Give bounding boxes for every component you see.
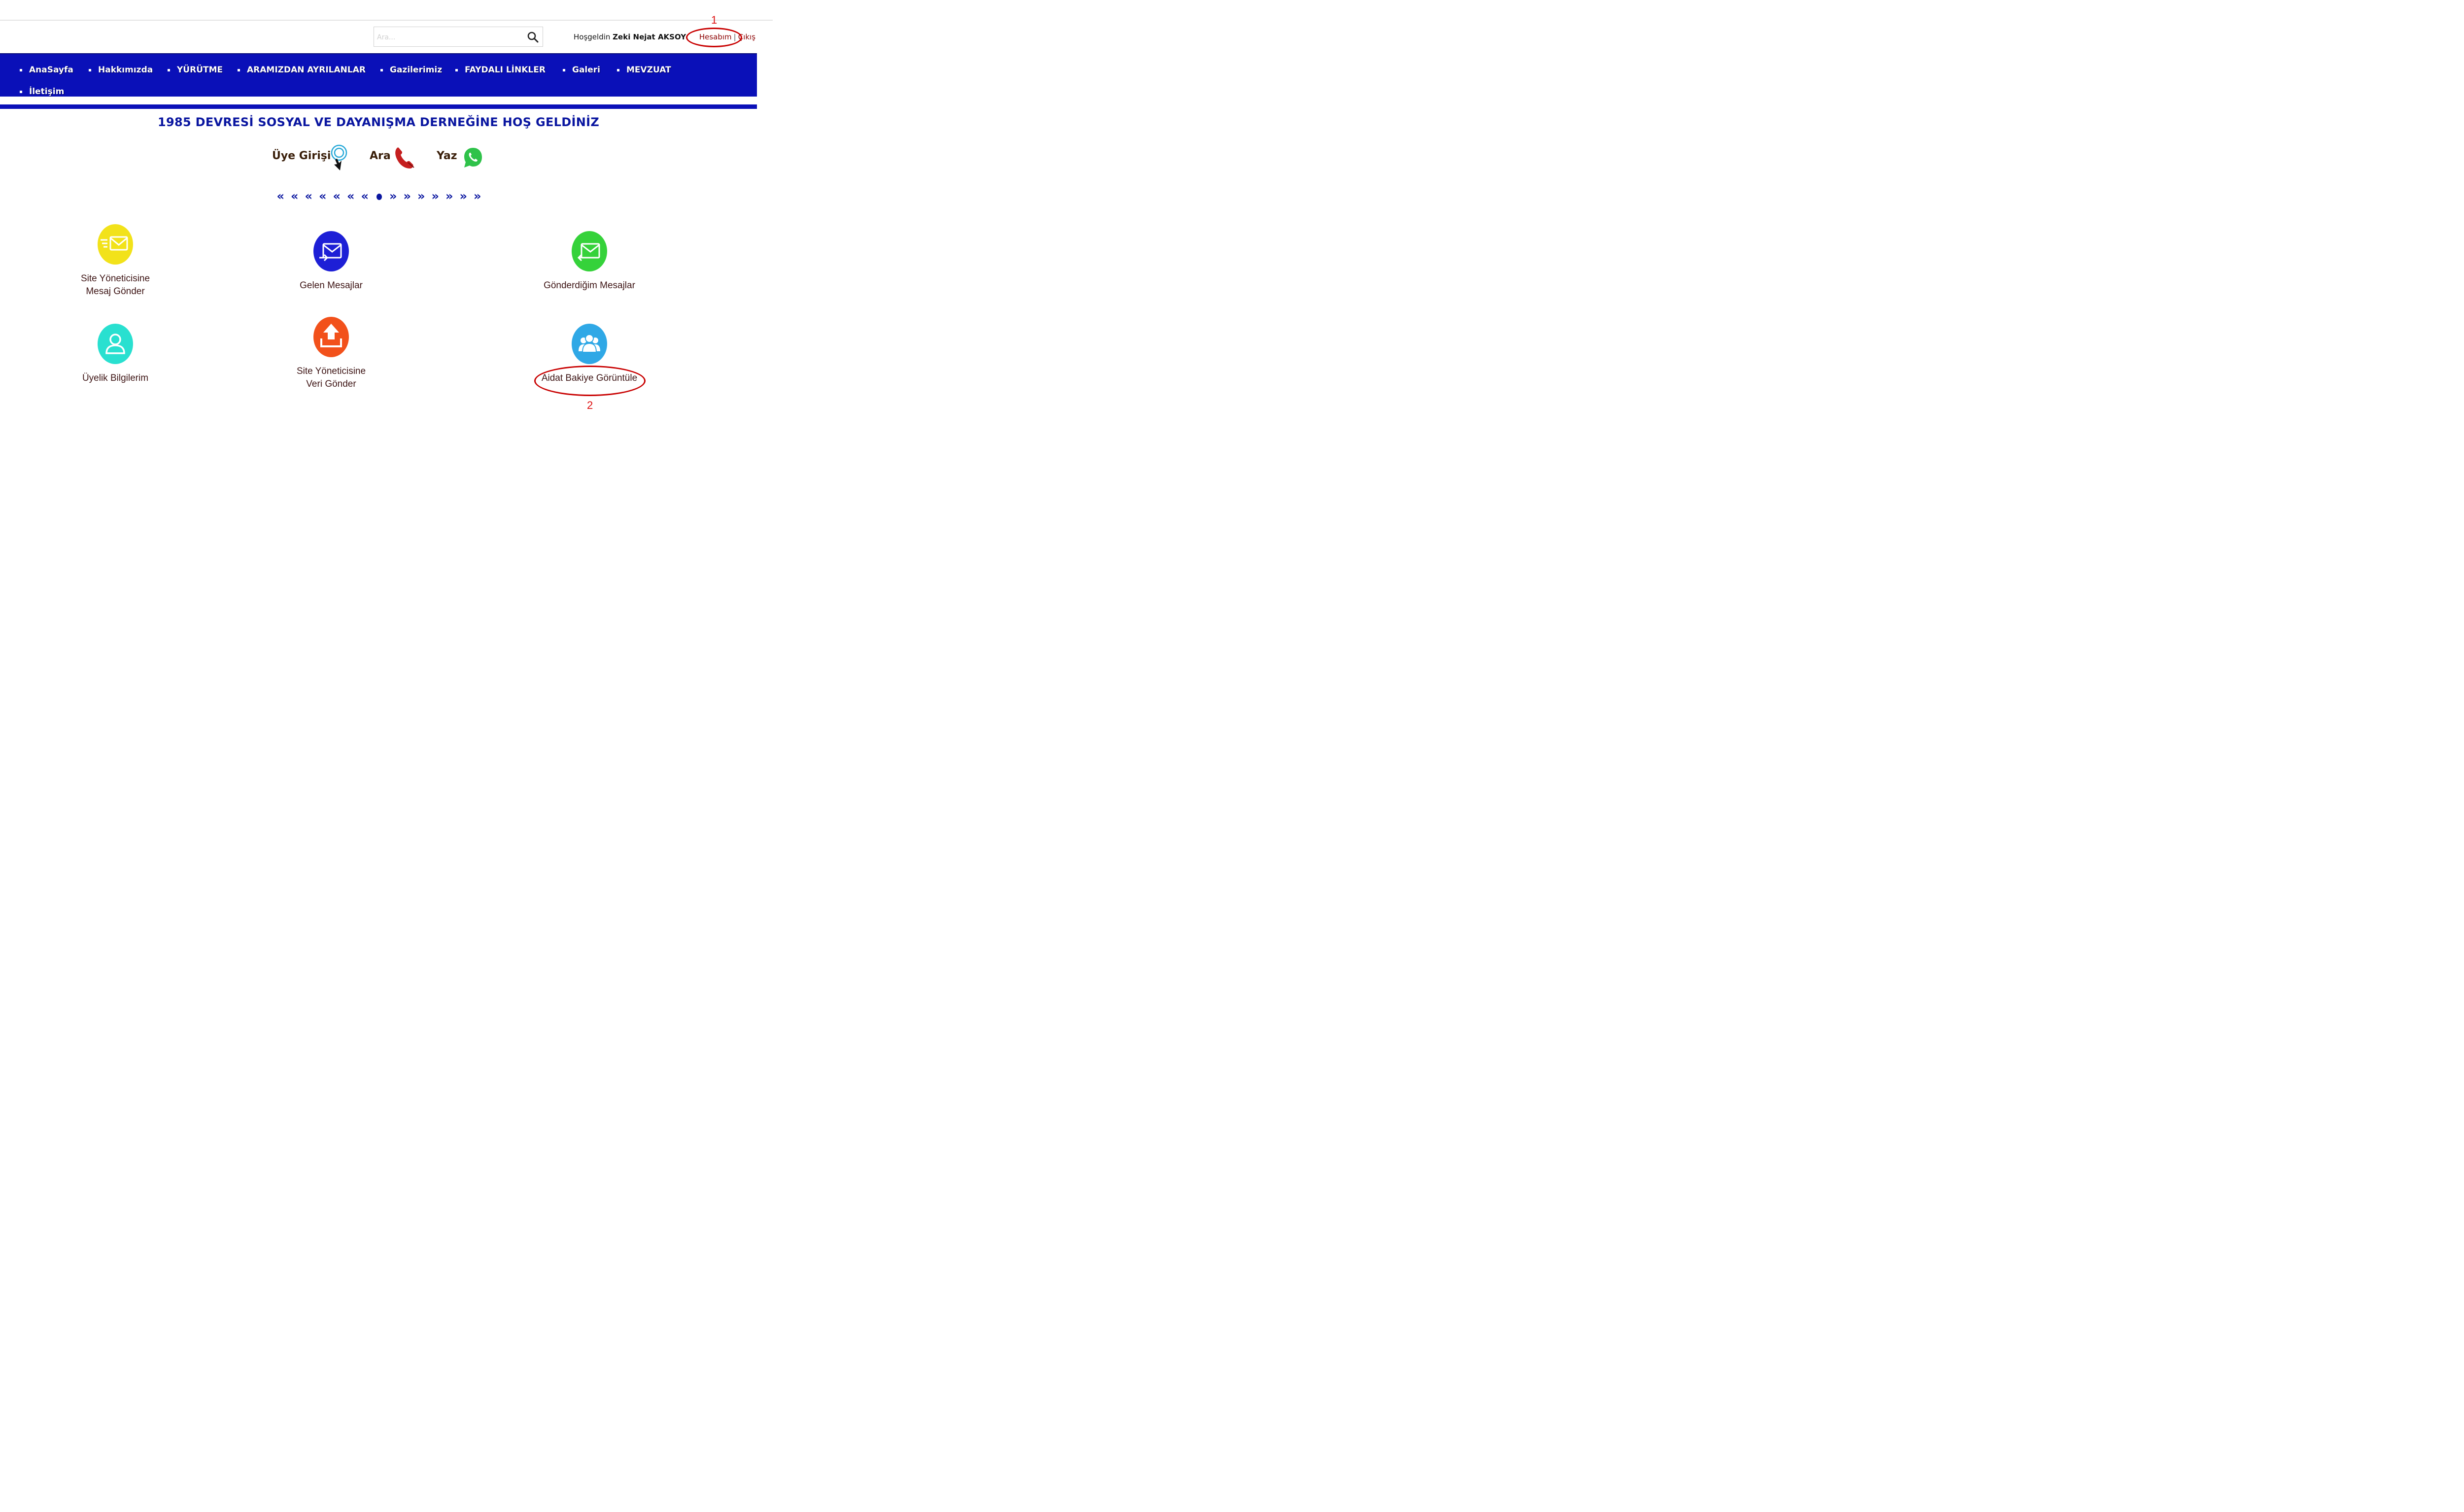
bullet-icon [380,68,383,71]
bullet-icon [617,68,619,71]
tile-send-message[interactable]: Site Yöneticisine Mesaj Gönder [51,224,179,298]
main-nav: AnaSayfa Hakkımızda YÜRÜTME ARAMIZDAN AY… [0,53,757,97]
nav-item-gazilerimiz[interactable]: Gazilerimiz [380,65,442,75]
search-icon[interactable] [527,31,539,43]
annotation-number-1: 1 [711,14,718,26]
member-login-label: Üye Girişi [272,150,331,162]
nav-item-iletisim[interactable]: İletişim [20,87,64,97]
pager-prev[interactable]: « [358,189,372,203]
tile-label[interactable]: Site Yöneticisine Mesaj Gönder [51,272,179,298]
page-title: 1985 DEVRESİ SOSYAL VE DAYANIŞMA DERNEĞİ… [157,115,600,129]
tile-label[interactable]: Üyelik Bilgilerim [51,372,179,385]
pager-prev[interactable]: « [274,189,288,203]
tile-label[interactable]: Gelen Mesajlar [267,279,395,292]
pager-next[interactable]: » [386,189,401,203]
upload-icon [313,317,349,357]
nav-item-galeri[interactable]: Galeri [563,65,600,75]
search-box[interactable] [374,27,543,47]
nav-item-faydali-linkler[interactable]: FAYDALI LİNKLER [455,65,546,75]
pager-next[interactable]: » [471,189,485,203]
pager-next[interactable]: » [456,189,471,203]
bullet-icon [20,90,22,93]
bullet-icon [89,68,91,71]
search-input[interactable] [376,30,526,45]
nav-item-hakkimizda[interactable]: Hakkımızda [89,65,153,75]
greeting-text: Hoşgeldin [574,33,611,41]
pager-prev[interactable]: « [344,189,358,203]
nav-underline [0,104,757,109]
bullet-icon [168,68,170,71]
bullet-icon [563,68,565,71]
bullet-icon [455,68,458,71]
pager-prev[interactable]: « [302,189,316,203]
pager-prev[interactable]: « [330,189,344,203]
touch-icon[interactable] [327,143,349,173]
annotation-ring-dues [534,366,646,396]
user-icon [98,324,133,364]
nav-item-aramizdan-ayrilanlar[interactable]: ARAMIZDAN AYRILANLAR [238,65,366,75]
tile-inbox[interactable]: Gelen Mesajlar [267,231,395,292]
user-name: Zeki Nejat AKSOY [613,33,686,41]
pager-next[interactable]: » [443,189,457,203]
call-label: Ara [370,150,391,162]
pager-prev[interactable]: « [316,189,330,203]
member-login-link[interactable]: Üye Girişi [272,150,331,162]
pager-next[interactable]: » [428,189,443,203]
nav-item-mevzuat[interactable]: MEVZUAT [617,65,671,75]
tile-label[interactable]: Gönderdiğim Mesajlar [525,279,653,292]
tile-send-data[interactable]: Site Yöneticisine Veri Gönder [267,317,395,391]
tile-label[interactable]: Site Yöneticisine Veri Gönder [267,365,395,391]
nav-item-anasayfa[interactable]: AnaSayfa [20,65,73,75]
group-icon [572,324,607,364]
tile-sent-messages[interactable]: Gönderdiğim Mesajlar [525,231,653,292]
call-link[interactable]: Ara [370,150,391,162]
tile-membership-info[interactable]: Üyelik Bilgilerim [51,324,179,385]
bullet-icon [238,68,240,71]
whatsapp-icon[interactable] [463,147,483,169]
annotation-number-2: 2 [587,399,593,411]
envelope-inbox-icon [313,231,349,271]
envelope-send-icon [98,224,133,265]
pager-next[interactable]: » [400,189,414,203]
bullet-icon [20,68,22,71]
slider-pager: «««««««»»»»»»» [274,189,485,203]
pager-current-dot[interactable] [376,193,382,200]
envelope-sent-icon [572,231,607,271]
nav-item-yurutme[interactable]: YÜRÜTME [168,65,223,75]
write-link[interactable]: Yaz [437,150,457,162]
write-label: Yaz [437,150,457,162]
annotation-ring-account [686,28,742,47]
pager-next[interactable]: » [414,189,429,203]
top-divider [0,20,773,21]
pager-prev[interactable]: « [288,189,302,203]
phone-icon[interactable] [393,146,416,170]
